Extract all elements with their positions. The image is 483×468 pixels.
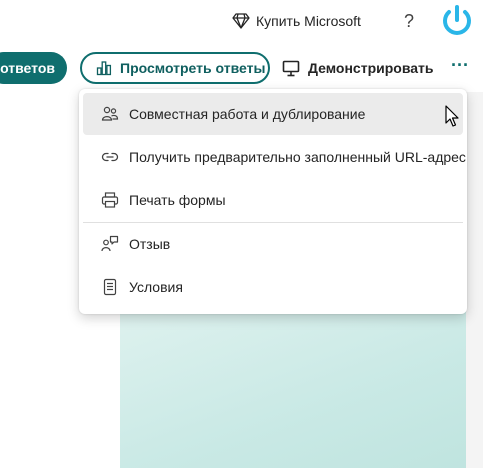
monitor-icon (282, 60, 300, 77)
print-icon (101, 191, 119, 209)
help-icon: ? (403, 11, 414, 31)
view-responses-button[interactable]: Просмотреть ответы (80, 52, 270, 84)
view-responses-label: Просмотреть ответы (120, 60, 266, 76)
help-button[interactable]: ? (399, 8, 419, 34)
menu-item-terms[interactable]: Условия (83, 266, 463, 308)
responses-count-button[interactable]: ответов (0, 52, 67, 84)
mouse-cursor-icon (445, 105, 459, 127)
menu-item-print[interactable]: Печать формы (83, 179, 463, 221)
buy-label: Купить Microsoft 365 (256, 13, 364, 29)
menu-item-label: Совместная работа и дублирование (129, 106, 366, 122)
menu-item-label: Отзыв (129, 236, 171, 252)
menu-item-label: Условия (129, 279, 183, 295)
power-icon (443, 5, 471, 35)
more-options-button[interactable]: ··· (446, 54, 474, 82)
buy-microsoft-365-link[interactable]: Купить Microsoft 365 (232, 9, 364, 33)
menu-item-collaborate[interactable]: Совместная работа и дублирование (83, 93, 463, 135)
menu-item-label: Получить предварительно заполненный URL-… (129, 149, 466, 165)
people-icon (101, 105, 119, 123)
menu-item-feedback[interactable]: Отзыв (83, 223, 463, 265)
document-icon (101, 278, 119, 296)
menu-item-prefilled-url[interactable]: Получить предварительно заполненный URL-… (83, 136, 466, 178)
account-avatar[interactable] (438, 2, 476, 40)
toolbar: ответов Просмотреть ответы Демонстрирова… (0, 42, 483, 92)
top-bar: Купить Microsoft 365 ? (0, 0, 483, 42)
more-options-menu: Совместная работа и дублирование Получит… (79, 89, 467, 314)
present-label: Демонстрировать (308, 60, 434, 76)
present-button[interactable]: Демонстрировать (282, 52, 434, 84)
responses-count-label: ответов (0, 60, 55, 76)
more-icon: ··· (451, 55, 469, 75)
right-scroll-area (466, 92, 483, 468)
feedback-icon (101, 235, 119, 253)
bar-chart-icon (96, 60, 112, 76)
forms-window: Купить Microsoft 365 ? ответов Просмо (0, 0, 483, 468)
form-background (120, 300, 483, 468)
diamond-icon (232, 13, 250, 29)
link-icon (101, 148, 119, 166)
menu-item-label: Печать формы (129, 192, 226, 208)
